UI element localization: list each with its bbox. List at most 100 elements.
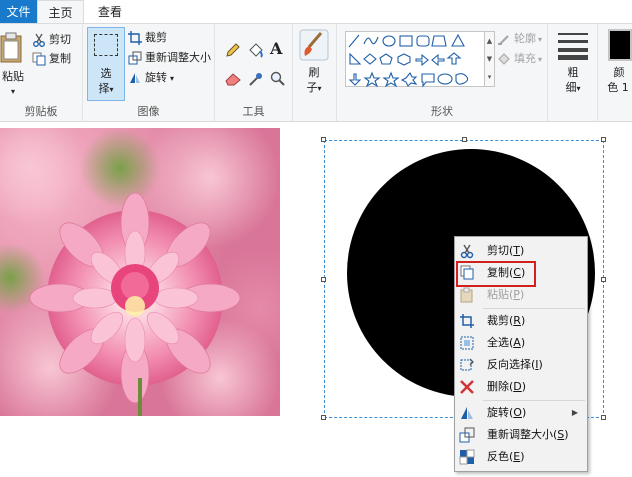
menu-item-invert-selection-label: 反向选择	[487, 358, 531, 371]
brushes-button[interactable]: 刷 子▾	[297, 27, 331, 101]
resize-icon	[459, 427, 475, 443]
menu-item-invert-color[interactable]: 反色(E)	[456, 446, 586, 468]
crop-icon	[128, 31, 142, 45]
tools-group: A 工具	[215, 24, 293, 121]
tab-home[interactable]: 主页	[37, 0, 84, 24]
brushes-group: 刷 子▾	[293, 24, 337, 121]
color1-group: 颜 色 1	[598, 24, 632, 121]
invert-color-icon	[459, 449, 475, 465]
shapes-gallery[interactable]	[345, 31, 485, 88]
menu-item-paste[interactable]: 粘贴(P)	[456, 284, 586, 306]
select-all-icon	[460, 336, 474, 350]
menu-item-resize[interactable]: 重新调整大小(S)	[456, 424, 586, 446]
selection-handle-bottom-right[interactable]	[601, 415, 606, 420]
menu-item-select-all-key: A	[513, 336, 521, 349]
menu-item-delete-key: D	[513, 380, 522, 393]
size-label-bottom: 细	[565, 81, 577, 94]
text-tool-icon[interactable]: A	[270, 39, 282, 58]
menu-item-rotate[interactable]: 旋转(O) ▶	[456, 402, 586, 424]
menu-item-rotate-label: 旋转	[487, 406, 509, 419]
resize-button[interactable]: 重新调整大小	[128, 48, 211, 68]
selection-handle-top[interactable]	[462, 137, 467, 142]
menu-item-invert-selection[interactable]: 反向选择(I)	[456, 354, 586, 376]
menu-item-select-all[interactable]: 全选(A)	[456, 332, 586, 354]
clipboard-group: 粘贴 ▾ 剪切 复制 剪贴板	[0, 24, 83, 121]
rotate-label: 旋转	[145, 71, 167, 84]
paste-label: 粘贴	[2, 70, 24, 83]
menu-separator	[483, 400, 585, 401]
brushes-label-top: 刷	[308, 66, 320, 79]
rotate-button[interactable]: 旋转 ▾	[128, 68, 174, 88]
selection-handle-bottom-left[interactable]	[321, 415, 326, 420]
menu-item-crop-key: R	[513, 314, 521, 327]
tab-file[interactable]: 文件	[0, 0, 37, 24]
rotate-icon	[130, 73, 140, 83]
resize-label: 重新调整大小	[145, 51, 211, 64]
ribbon: 粘贴 ▾ 剪切 复制 剪贴板 选 择▾ 裁剪 重新调整大小 旋转 ▾ 图像 A …	[0, 23, 632, 122]
menu-item-crop[interactable]: 裁剪(R)	[456, 310, 586, 332]
copy-button[interactable]: 复制	[32, 49, 71, 69]
highlight-box-copy	[456, 261, 536, 287]
size-label-top: 粗	[567, 66, 579, 79]
image-group: 选 择▾ 裁剪 重新调整大小 旋转 ▾ 图像	[83, 24, 215, 121]
size-button[interactable]: 粗 细▾	[552, 27, 594, 101]
crop-label: 裁剪	[145, 31, 167, 44]
select-dropdown-arrow[interactable]: ▾	[109, 85, 113, 94]
rotate-dropdown-arrow[interactable]: ▾	[170, 74, 174, 83]
menu-item-delete-label: 删除	[487, 380, 509, 393]
menu-item-cut[interactable]: 剪切(T)	[456, 240, 586, 262]
cut-button[interactable]: 剪切	[32, 30, 71, 50]
clipboard-icon	[0, 32, 22, 63]
fill-bucket-icon[interactable]	[247, 42, 265, 58]
menu-item-invert-selection-key: I	[535, 358, 539, 371]
fill-label: 填充	[514, 52, 536, 65]
paste-icon	[460, 287, 473, 303]
select-button[interactable]: 选 择▾	[87, 27, 125, 101]
shapes-group-label: 形状	[431, 105, 453, 118]
copy-icon	[32, 52, 46, 66]
selection-handle-left[interactable]	[321, 277, 326, 282]
flower-image	[0, 128, 280, 416]
selection-handle-top-right[interactable]	[601, 137, 606, 142]
menu-item-resize-label: 重新调整大小	[487, 428, 553, 441]
pencil-icon[interactable]	[225, 42, 241, 58]
paste-button[interactable]: 粘贴 ▾	[0, 28, 26, 102]
eraser-icon[interactable]	[225, 72, 241, 86]
brush-icon	[299, 29, 329, 61]
clipboard-group-label: 剪贴板	[24, 105, 58, 118]
menu-item-invert-color-label: 反色	[487, 450, 509, 463]
crop-icon	[460, 314, 474, 328]
menu-item-select-all-label: 全选	[487, 336, 509, 349]
crop-button[interactable]: 裁剪	[128, 28, 167, 48]
menu-item-delete[interactable]: 删除(D)	[456, 376, 586, 398]
tools-group-label: 工具	[242, 105, 265, 118]
size-group: 粗 细▾	[548, 24, 598, 121]
outline-button[interactable]: 轮廓 ▾	[497, 29, 542, 49]
menu-item-paste-label: 粘贴	[487, 288, 509, 301]
scissors-icon	[33, 33, 45, 47]
cut-label: 剪切	[49, 33, 71, 46]
shapes-group: ▲ ▼ ▾ 轮廓 ▾ 填充 ▾ 形状	[337, 24, 548, 121]
menu-item-cut-label: 剪切	[487, 244, 509, 257]
magnifier-icon[interactable]	[270, 71, 286, 87]
copy-label: 复制	[49, 52, 71, 65]
selection-handle-right[interactable]	[601, 277, 606, 282]
shapes-gallery-scroll[interactable]: ▲ ▼ ▾	[485, 31, 495, 87]
selection-handle-top-left[interactable]	[321, 137, 326, 142]
color1-label-bottom: 色 1	[607, 81, 629, 94]
tab-view[interactable]: 查看	[88, 0, 132, 24]
select-label-top: 选	[100, 67, 112, 80]
color1-swatch[interactable]	[608, 29, 632, 61]
menu-item-invert-color-key: E	[513, 450, 521, 463]
color-picker-icon[interactable]	[248, 71, 264, 87]
delete-icon	[460, 380, 474, 394]
submenu-arrow-icon: ▶	[571, 408, 578, 417]
fill-button[interactable]: 填充 ▾	[497, 49, 542, 69]
shapes-gallery-icons	[348, 33, 469, 88]
fill-icon	[498, 53, 510, 65]
menu-item-resize-key: S	[557, 428, 565, 441]
outline-label: 轮廓	[514, 32, 536, 45]
menu-item-crop-label: 裁剪	[487, 314, 509, 327]
brushes-dropdown-arrow[interactable]: ▾	[317, 84, 321, 93]
paste-dropdown-arrow[interactable]: ▾	[0, 84, 28, 99]
